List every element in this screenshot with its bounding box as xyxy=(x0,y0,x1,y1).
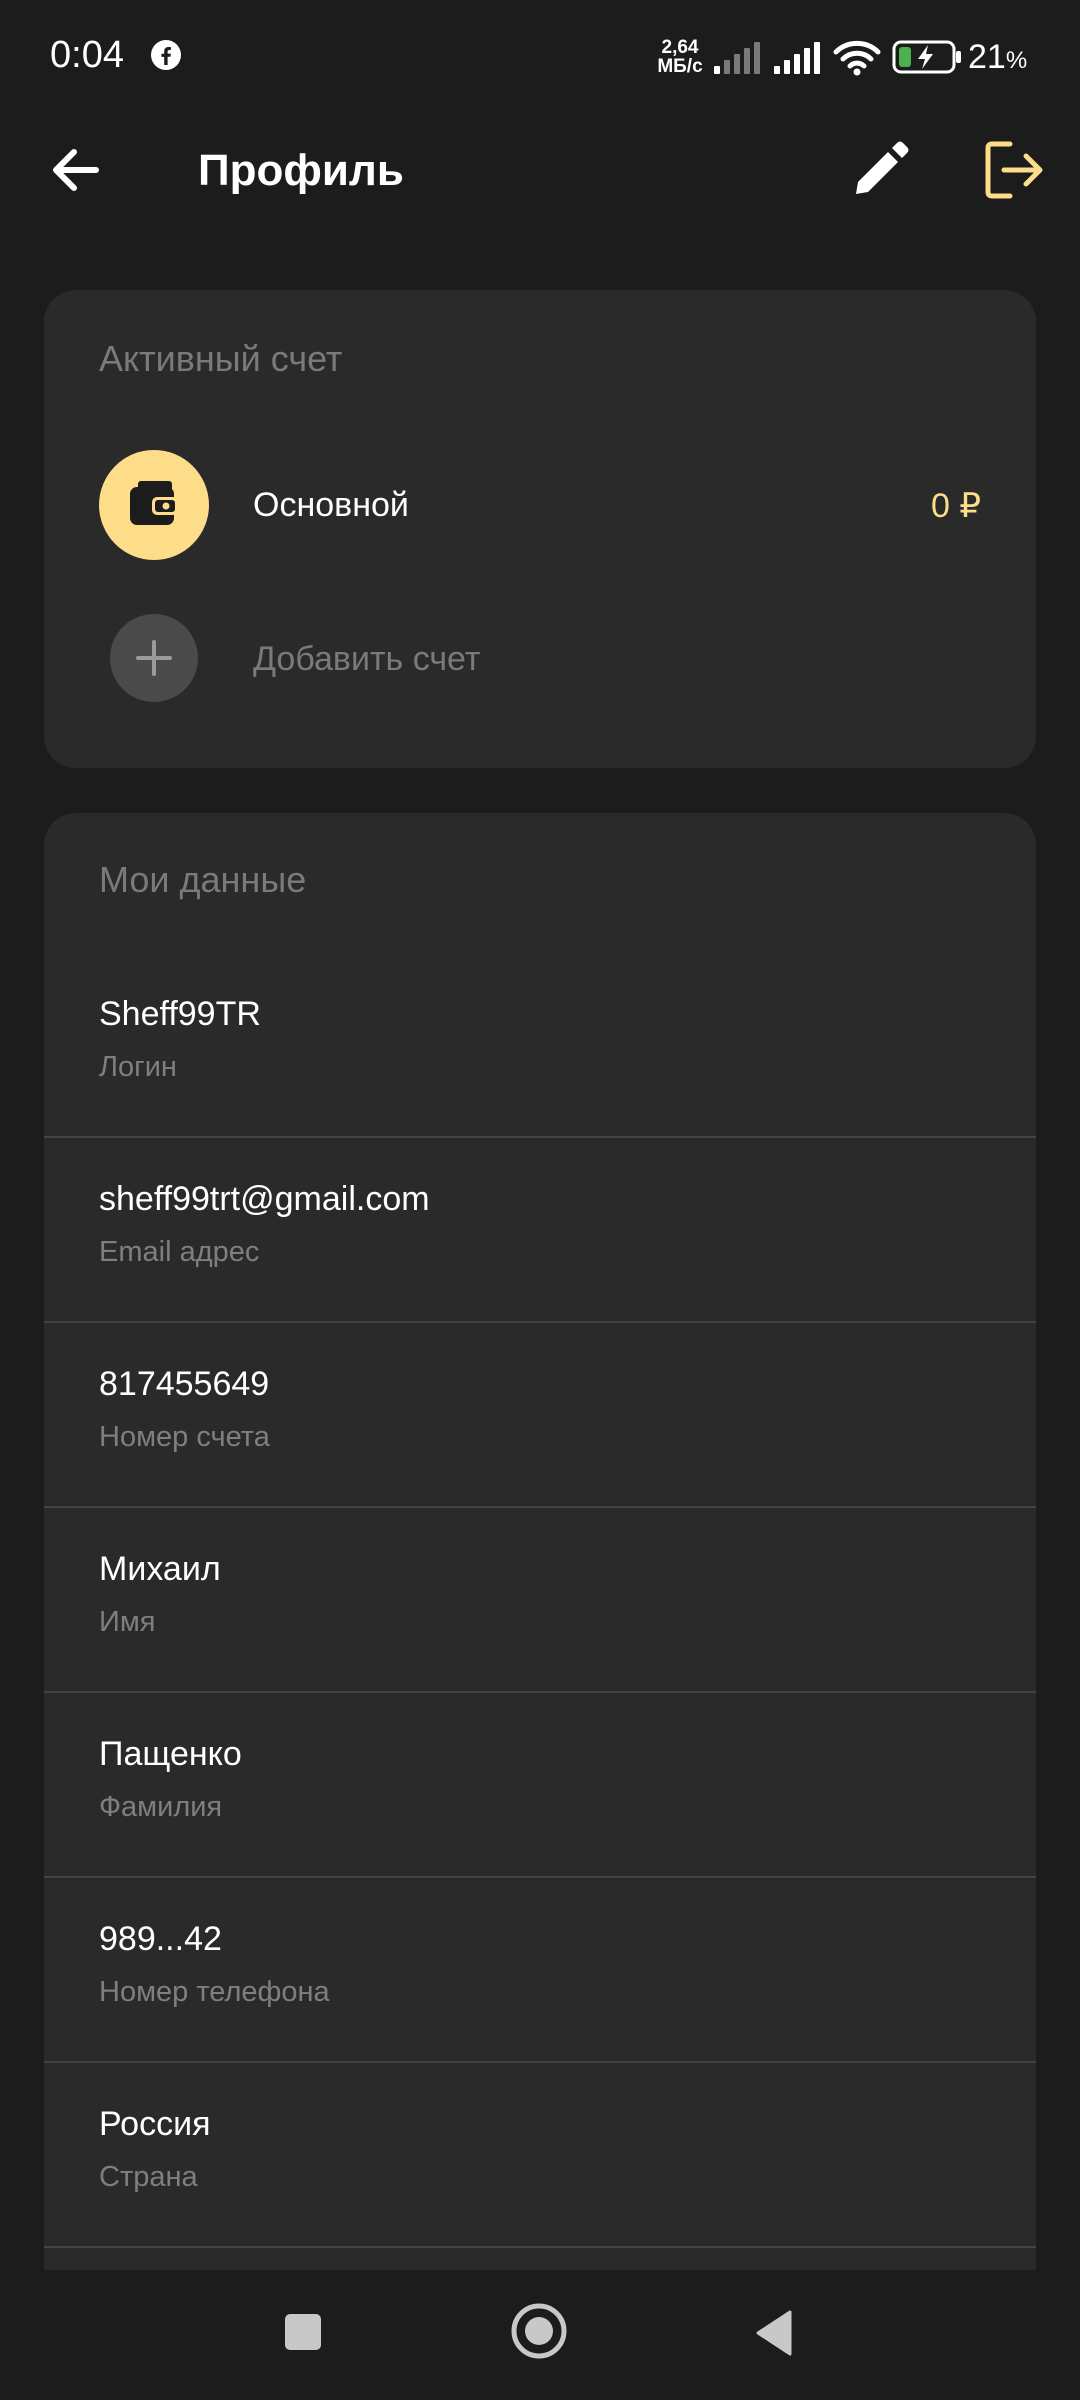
data-row-login[interactable]: Sheff99TR Логин xyxy=(44,953,1036,1138)
active-account-card: Активный счет Основной 0 ₽ Добавить счет xyxy=(44,290,1036,768)
wallet-icon xyxy=(130,481,178,525)
add-account-button[interactable]: Добавить счет xyxy=(44,608,1036,708)
signal-icon xyxy=(714,42,760,74)
data-value: Россия xyxy=(99,2105,211,2143)
status-time: 0:04 xyxy=(50,34,124,76)
logout-icon[interactable] xyxy=(980,136,1048,204)
data-row-last-name[interactable]: Пащенко Фамилия xyxy=(44,1693,1036,1878)
system-navigation-bar xyxy=(0,2270,1080,2400)
home-icon[interactable] xyxy=(510,2302,568,2360)
data-value: Sheff99TR xyxy=(99,995,261,1033)
facebook-icon xyxy=(151,40,181,70)
data-label: Номер счета xyxy=(99,1421,270,1453)
signal-icon xyxy=(774,42,820,74)
data-row-phone[interactable]: 989...42 Номер телефона xyxy=(44,1878,1036,2063)
data-label: Имя xyxy=(99,1606,156,1638)
battery-percent-sign: % xyxy=(1005,47,1028,74)
data-value: Пащенко xyxy=(99,1735,242,1773)
plus-icon xyxy=(136,640,172,676)
data-row-account-number[interactable]: 817455649 Номер счета xyxy=(44,1323,1036,1508)
data-row-country[interactable]: Россия Страна xyxy=(44,2063,1036,2248)
pencil-icon[interactable] xyxy=(848,138,912,202)
network-speed-value: 2,64 xyxy=(661,37,699,58)
data-label: Email адрес xyxy=(99,1236,260,1268)
wallet-avatar xyxy=(99,450,209,560)
add-account-label: Добавить счет xyxy=(253,640,481,678)
data-value: sheff99trt@gmail.com xyxy=(99,1180,430,1218)
app-header: Профиль xyxy=(0,110,1080,230)
data-label: Номер телефона xyxy=(99,1976,330,2008)
account-name: Основной xyxy=(253,486,409,524)
data-label: Страна xyxy=(99,2161,198,2193)
account-item-main[interactable]: Основной 0 ₽ xyxy=(44,450,1036,562)
battery-percentage: 21% xyxy=(968,38,1027,77)
active-account-title: Активный счет xyxy=(99,338,343,379)
add-icon xyxy=(110,614,198,702)
data-label: Фамилия xyxy=(99,1791,223,1823)
recents-icon[interactable] xyxy=(283,2312,323,2352)
data-row-first-name[interactable]: Михаил Имя xyxy=(44,1508,1036,1693)
account-balance: 0 ₽ xyxy=(931,487,981,525)
my-data-list: Sheff99TR Логин sheff99trt@gmail.com Ema… xyxy=(44,953,1036,2248)
page-title: Профиль xyxy=(198,146,404,195)
status-bar: 0:04 2,64 МБ/с 21% xyxy=(0,0,1080,110)
network-speed: 2,64 МБ/с xyxy=(652,38,708,76)
battery-level: 21 xyxy=(968,38,1006,76)
battery-charging-icon xyxy=(892,40,961,74)
wifi-icon xyxy=(833,40,881,76)
my-data-card: Мои данные Sheff99TR Логин sheff99trt@gm… xyxy=(44,813,1036,2273)
data-label: Логин xyxy=(99,1051,177,1083)
network-speed-unit: МБ/с xyxy=(657,56,703,77)
data-value: Михаил xyxy=(99,1550,221,1588)
data-value: 989...42 xyxy=(99,1920,222,1958)
my-data-title: Мои данные xyxy=(99,859,307,900)
data-row-email[interactable]: sheff99trt@gmail.com Email адрес xyxy=(44,1138,1036,1323)
data-value: 817455649 xyxy=(99,1365,270,1403)
back-triangle-icon[interactable] xyxy=(752,2308,794,2358)
back-arrow-icon[interactable] xyxy=(44,138,108,202)
